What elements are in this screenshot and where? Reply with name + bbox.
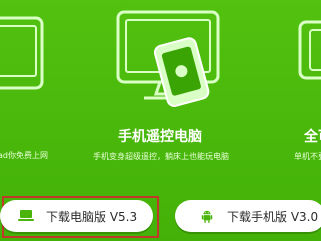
download-mobile-button[interactable]: 下载手机版 V3.0 <box>175 200 321 232</box>
android-icon <box>201 210 213 223</box>
tablet-icon <box>0 16 44 90</box>
feature-right-description: 单机不要电 <box>294 152 321 161</box>
feature-center-title: 手机遥控电脑 <box>118 129 202 145</box>
feature-center-description: 手机变身超级遥控，躺床上也能玩电脑 <box>93 152 229 161</box>
download-mobile-label: 下载手机版 V3.0 <box>227 209 319 224</box>
download-pc-label: 下载电脑版 V5.3 <box>46 209 138 224</box>
laptop-icon <box>18 210 34 221</box>
feature-right-title: 全可 <box>304 129 321 145</box>
promo-panel: ad你免费上网 手机遥控电脑 手机变身超级遥控，躺床上也能玩电脑 全可 单机不要… <box>0 0 321 241</box>
feature-left-description: ad你免费上网 <box>0 151 48 160</box>
download-pc-button[interactable]: 下载电脑版 V5.3 <box>0 200 153 232</box>
device-illustrations <box>0 10 321 107</box>
monitor-partial-icon <box>298 20 321 80</box>
